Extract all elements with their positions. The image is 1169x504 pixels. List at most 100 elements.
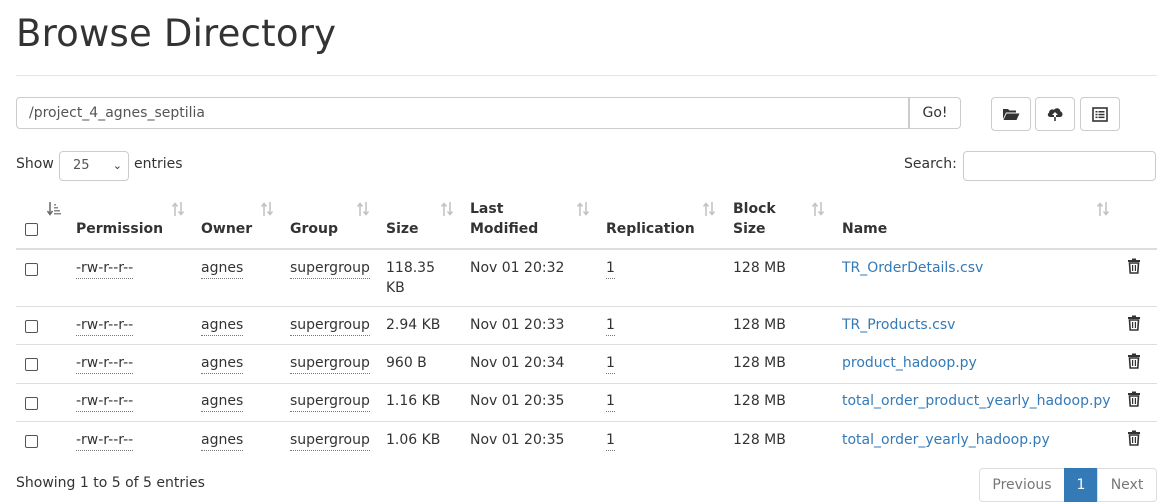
permission-cell[interactable]: -rw-r--r--: [76, 315, 134, 336]
entries-per-page-value: 25: [73, 158, 90, 173]
column-header-replication[interactable]: Replication: [606, 219, 695, 239]
sort-both-icon[interactable]: [356, 200, 370, 218]
column-header-block-size-line1: Block: [733, 201, 776, 217]
previous-page-button[interactable]: Previous: [979, 468, 1065, 502]
permission-cell[interactable]: -rw-r--r--: [76, 430, 134, 451]
permission-cell[interactable]: -rw-r--r--: [76, 391, 134, 412]
owner-cell: agnes: [201, 353, 244, 374]
block-size-cell: 128 MB: [733, 432, 786, 448]
entries-label: entries: [134, 156, 183, 172]
replication-cell[interactable]: 1: [606, 391, 615, 412]
group-cell: supergroup: [290, 353, 370, 374]
size-cell: 2.94 KB: [386, 317, 441, 333]
row-checkbox[interactable]: [25, 263, 38, 276]
trash-icon[interactable]: [1127, 315, 1141, 331]
file-name-link[interactable]: total_order_yearly_hadoop.py: [842, 430, 1050, 450]
file-name-link[interactable]: TR_Products.csv: [842, 315, 955, 335]
file-name-link[interactable]: TR_OrderDetails.csv: [842, 258, 983, 278]
size-cell: 960 B: [386, 355, 427, 371]
entries-per-page-select[interactable]: 25 ⌄: [59, 151, 129, 181]
block-size-cell: 128 MB: [733, 355, 786, 371]
row-divider: [16, 421, 1157, 422]
cloud-upload-icon: [1047, 108, 1063, 121]
row-checkbox[interactable]: [25, 320, 38, 333]
group-cell: supergroup: [290, 430, 370, 451]
group-cell: supergroup: [290, 391, 370, 412]
trash-icon[interactable]: [1127, 430, 1141, 446]
list-alt-icon: [1092, 106, 1108, 122]
column-header-permission[interactable]: Permission: [76, 219, 163, 239]
owner-cell: agnes: [201, 315, 244, 336]
table-info: Showing 1 to 5 of 5 entries: [16, 475, 205, 491]
search-input[interactable]: [963, 151, 1156, 181]
file-name-link[interactable]: total_order_product_yearly_hadoop.py: [842, 391, 1111, 411]
trash-icon[interactable]: [1127, 391, 1141, 407]
block-size-cell: 128 MB: [733, 317, 786, 333]
column-header-size[interactable]: Size: [386, 219, 419, 239]
folder-open-icon: [1003, 109, 1020, 120]
go-button[interactable]: Go!: [909, 97, 961, 129]
block-size-cell: 128 MB: [733, 393, 786, 409]
column-header-last-modified[interactable]: Last Modified: [470, 199, 538, 239]
row-divider: [16, 344, 1157, 345]
owner-cell: agnes: [201, 258, 244, 279]
sort-both-icon[interactable]: [440, 200, 454, 218]
chevron-down-icon: ⌄: [112, 159, 122, 172]
directory-path-input[interactable]: /project_4_agnes_septilia: [16, 97, 909, 129]
permission-cell[interactable]: -rw-r--r--: [76, 258, 134, 279]
file-name-link[interactable]: product_hadoop.py: [842, 353, 977, 373]
cut-paste-list-button[interactable]: [1080, 97, 1120, 131]
size-cell: 118.35 KB: [386, 258, 435, 298]
group-cell: supergroup: [290, 315, 370, 336]
group-cell: supergroup: [290, 258, 370, 279]
sort-asc-icon[interactable]: [47, 200, 61, 218]
column-header-last-modified-line2: Modified: [470, 221, 539, 237]
column-header-block-size[interactable]: Block Size: [733, 199, 776, 239]
permission-cell[interactable]: -rw-r--r--: [76, 353, 134, 374]
row-divider: [16, 306, 1157, 307]
replication-cell[interactable]: 1: [606, 353, 615, 374]
size-cell: 1.06 KB: [386, 432, 441, 448]
next-page-button[interactable]: Next: [1097, 468, 1157, 502]
size-unit: KB: [386, 280, 405, 296]
create-directory-button[interactable]: [991, 97, 1031, 131]
block-size-cell: 128 MB: [733, 260, 786, 276]
page-1-button[interactable]: 1: [1064, 468, 1098, 502]
select-all-checkbox[interactable]: [25, 223, 38, 236]
row-divider: [16, 383, 1157, 384]
replication-cell[interactable]: 1: [606, 258, 615, 279]
sort-both-icon[interactable]: [702, 200, 716, 218]
search-label: Search:: [904, 156, 957, 172]
owner-cell: agnes: [201, 430, 244, 451]
trash-icon[interactable]: [1127, 258, 1141, 274]
column-header-block-size-line2: Size: [733, 221, 766, 237]
sort-both-icon[interactable]: [811, 200, 825, 218]
page-title: Browse Directory: [16, 12, 337, 55]
replication-cell[interactable]: 1: [606, 315, 615, 336]
sort-both-icon[interactable]: [171, 200, 185, 218]
modified-cell: Nov 01 20:33: [470, 317, 565, 333]
row-checkbox[interactable]: [25, 397, 38, 410]
modified-cell: Nov 01 20:35: [470, 432, 565, 448]
upload-files-button[interactable]: [1035, 97, 1075, 131]
column-header-name[interactable]: Name: [842, 219, 887, 239]
column-header-last-modified-line1: Last: [470, 201, 504, 217]
size-cell: 1.16 KB: [386, 393, 441, 409]
show-label: Show: [16, 156, 54, 172]
trash-icon[interactable]: [1127, 353, 1141, 369]
modified-cell: Nov 01 20:34: [470, 355, 565, 371]
sort-both-icon[interactable]: [576, 200, 590, 218]
replication-cell[interactable]: 1: [606, 430, 615, 451]
row-checkbox[interactable]: [25, 435, 38, 448]
column-header-group[interactable]: Group: [290, 219, 338, 239]
column-header-owner[interactable]: Owner: [201, 219, 252, 239]
modified-cell: Nov 01 20:32: [470, 260, 565, 276]
sort-both-icon[interactable]: [1096, 200, 1110, 218]
owner-cell: agnes: [201, 391, 244, 412]
table-header-divider: [16, 248, 1157, 250]
modified-cell: Nov 01 20:35: [470, 393, 565, 409]
row-checkbox[interactable]: [25, 358, 38, 371]
size-value: 118.35: [386, 260, 435, 276]
sort-both-icon[interactable]: [260, 200, 274, 218]
title-divider: [16, 75, 1157, 76]
